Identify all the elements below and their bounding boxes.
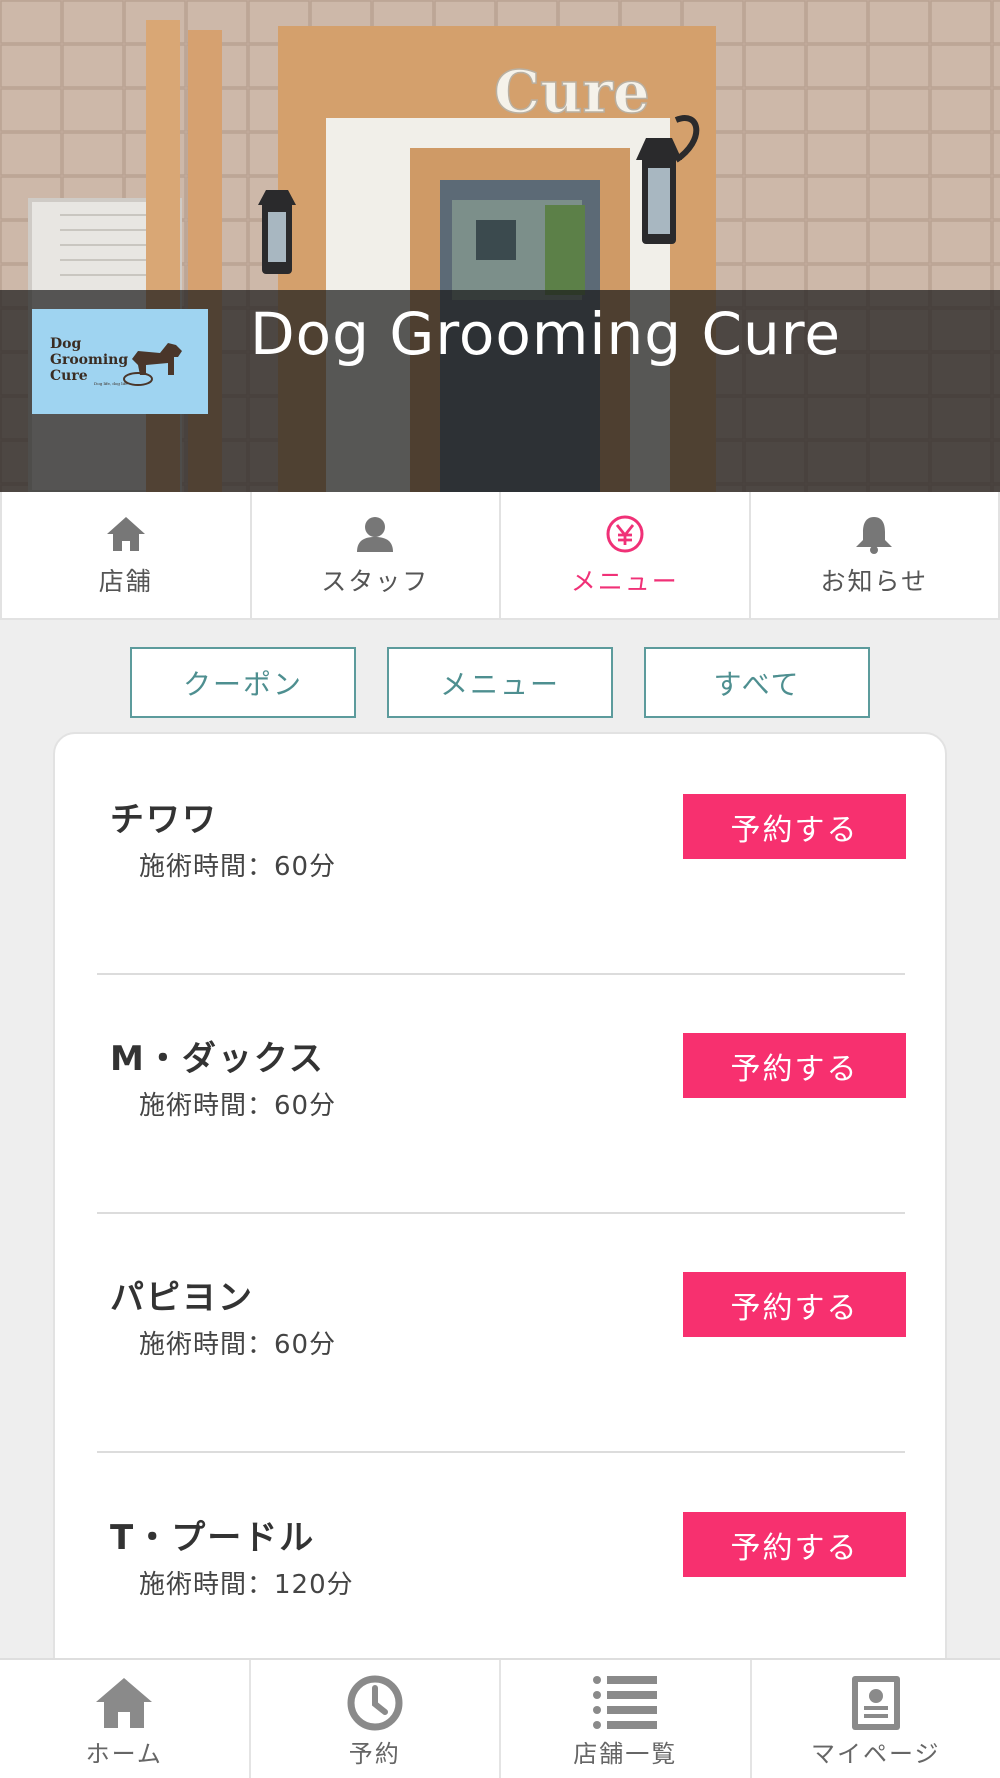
shop-hero-image: Cure Dog Grooming Cure Dog life, dog lif… [0, 0, 1000, 492]
app-screen: Cure Dog Grooming Cure Dog life, dog lif… [0, 0, 1000, 1778]
shop-name-title: Dog Grooming Cure [250, 300, 842, 368]
tab-menu[interactable]: メニュー [499, 492, 749, 618]
menu-item-duration: 施術時間：120分 [139, 1570, 354, 1600]
filter-coupon-button[interactable]: クーポン [130, 647, 356, 718]
tab-menu-label: メニュー [570, 567, 679, 596]
tab-store[interactable]: 店舗 [0, 492, 250, 618]
yen-icon [606, 515, 644, 553]
list-icon [593, 1676, 658, 1729]
nav-home[interactable]: ホーム [0, 1660, 249, 1778]
menu-item-name: パピヨン [110, 1278, 254, 1318]
tab-store-label: 店舗 [98, 567, 153, 596]
nav-mypage[interactable]: マイページ [749, 1660, 1000, 1778]
tab-news-label: お知らせ [820, 567, 928, 596]
person-icon [357, 517, 394, 552]
menu-item-name: T・プードル [110, 1518, 316, 1558]
menu-item-duration: 施術時間：60分 [139, 1330, 337, 1360]
nav-reservation-label: 予約 [348, 1740, 401, 1768]
tab-staff[interactable]: スタッフ [249, 492, 500, 618]
menu-item: チワワ 施術時間：60分 予約する [55, 734, 949, 973]
home-icon [96, 1678, 153, 1728]
filter-all-button[interactable]: すべて [644, 647, 870, 718]
reserve-button[interactable]: 予約する [683, 1272, 906, 1337]
bell-icon [856, 517, 893, 554]
menu-item: パピヨン 施術時間：60分 予約する [55, 1212, 949, 1451]
home-icon [106, 517, 145, 551]
cure-sign-text: Cure [494, 58, 650, 126]
clock-icon [347, 1675, 403, 1731]
nav-store-list-label: 店舗一覧 [573, 1740, 678, 1768]
reserve-button[interactable]: 予約する [683, 794, 906, 859]
reserve-button[interactable]: 予約する [683, 1033, 906, 1098]
menu-list-card: チワワ 施術時間：60分 予約する M・ダックス 施術時間：60分 予約する パ… [53, 732, 947, 1778]
bottom-navigation: ホーム 予約 店舗一覧 マイページ [0, 1658, 1000, 1778]
dog-logo-icon [123, 343, 182, 386]
shop-logo: Dog Grooming Cure Dog life, dog life [32, 309, 208, 414]
menu-item: M・ダックス 施術時間：60分 予約する [55, 973, 949, 1212]
menu-item: T・プードル 施術時間：120分 予約する [55, 1452, 949, 1691]
menu-item-duration: 施術時間：60分 [139, 1091, 337, 1121]
filter-menu-button[interactable]: メニュー [387, 647, 613, 718]
reserve-button[interactable]: 予約する [683, 1512, 906, 1577]
nav-reservation[interactable]: 予約 [248, 1660, 500, 1778]
tab-staff-label: スタッフ [321, 567, 430, 596]
shop-tab-bar: 店舗 スタッフ メニュー お知らせ [0, 492, 1000, 620]
nav-home-label: ホーム [85, 1740, 163, 1768]
profile-card-icon [851, 1676, 900, 1730]
tab-news[interactable]: お知らせ [748, 492, 1000, 618]
nav-store-list[interactable]: 店舗一覧 [499, 1660, 750, 1778]
nav-mypage-label: マイページ [810, 1740, 941, 1768]
menu-item-name: M・ダックス [110, 1039, 325, 1079]
menu-item-name: チワワ [110, 800, 218, 840]
menu-item-duration: 施術時間：60分 [139, 852, 337, 882]
